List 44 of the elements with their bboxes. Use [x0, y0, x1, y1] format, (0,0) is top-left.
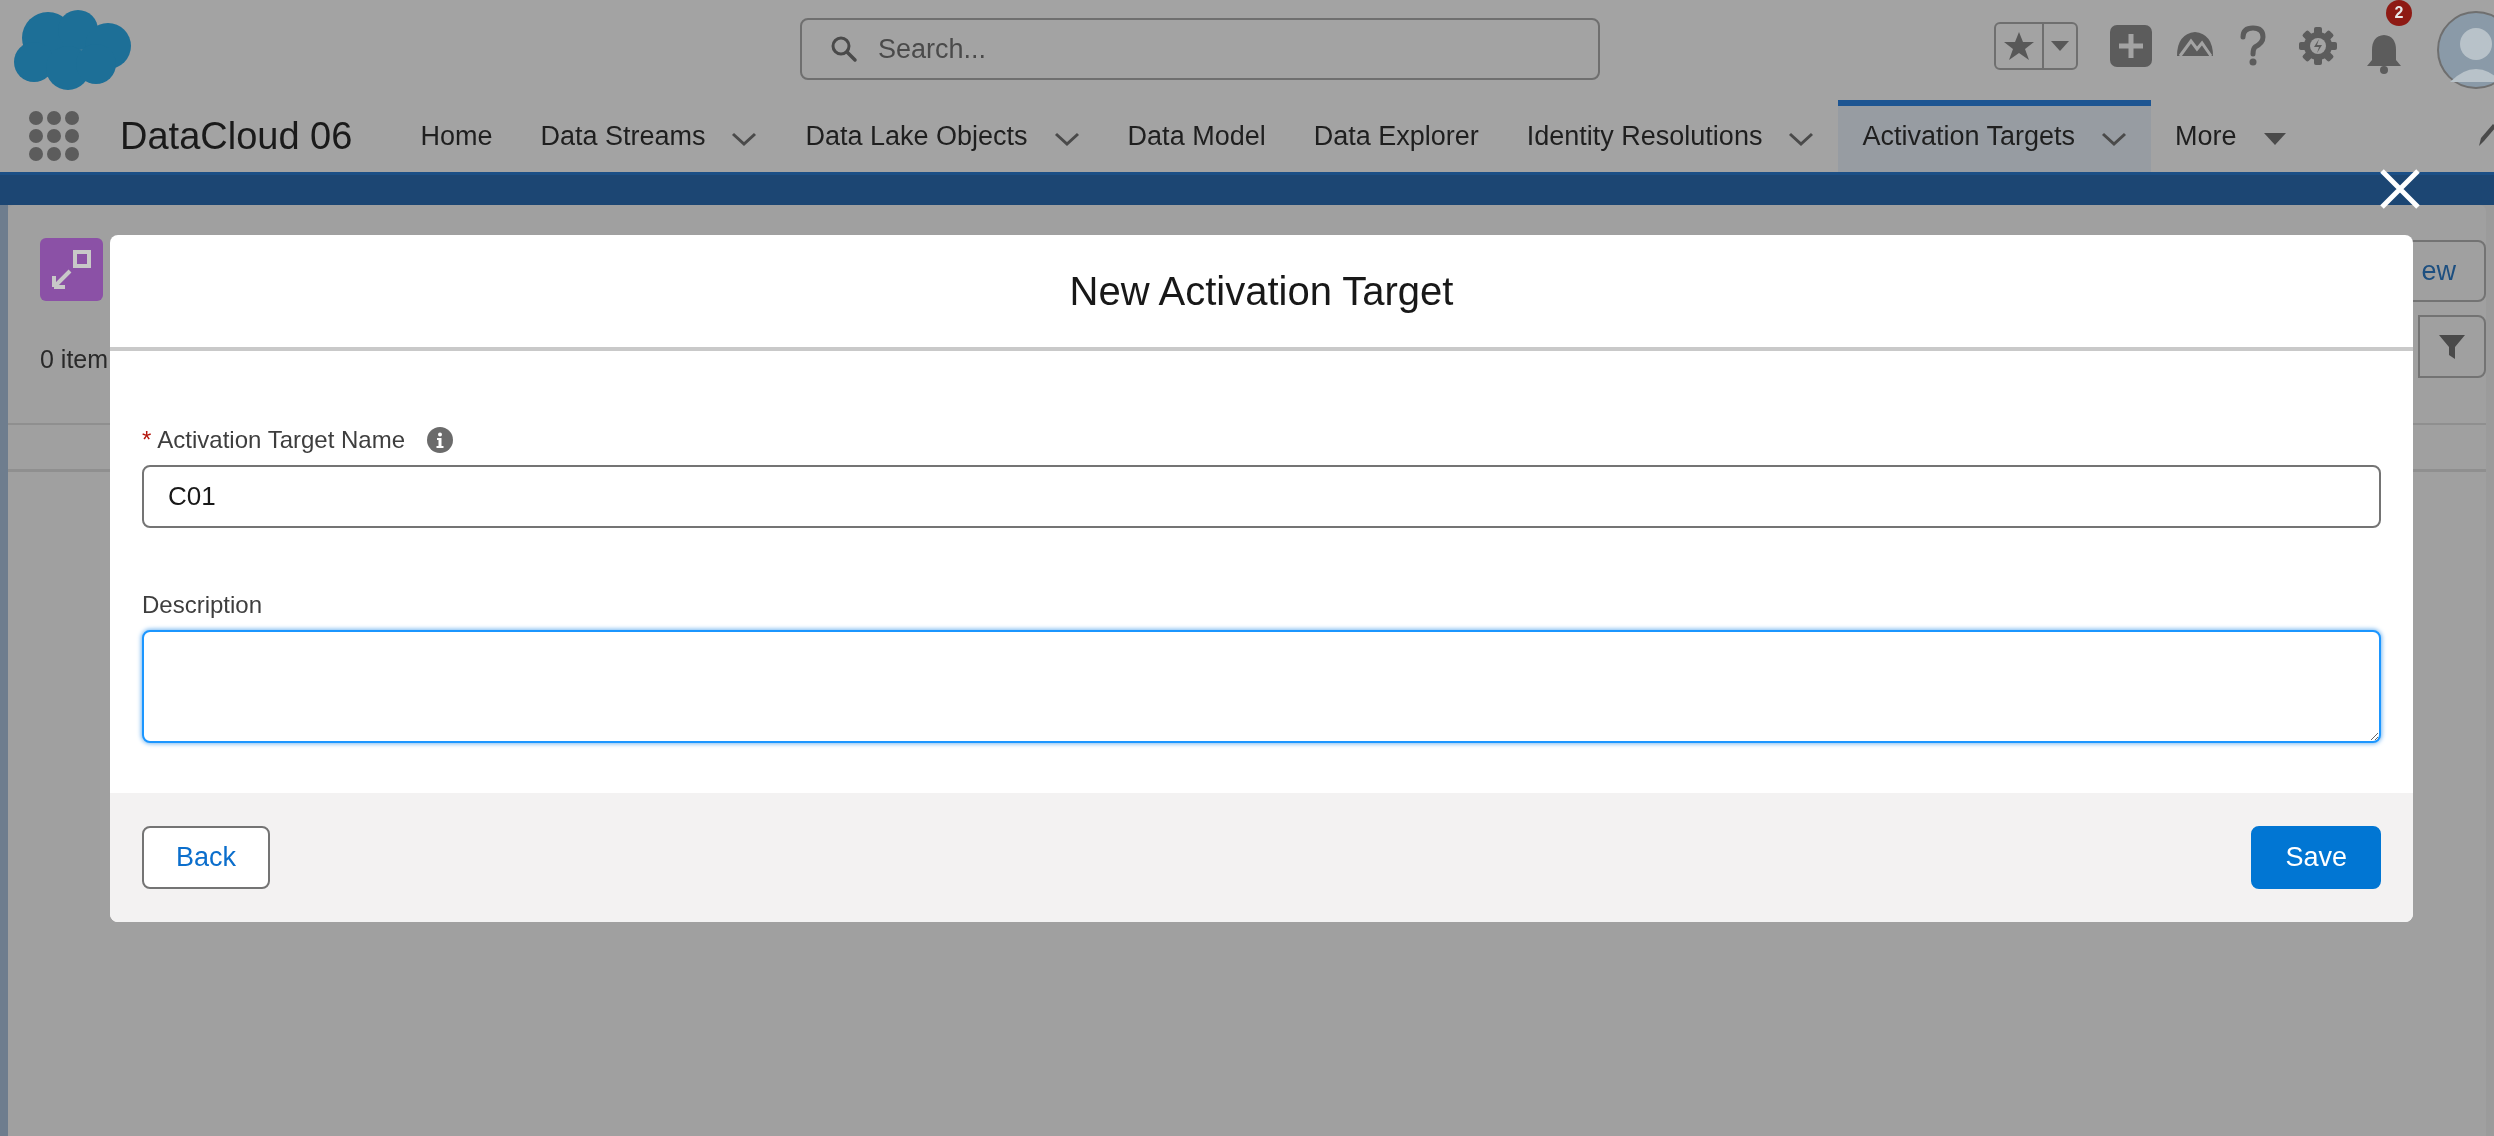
field-label: Description [142, 591, 263, 619]
back-button[interactable]: Back [142, 826, 271, 889]
bell-icon [2364, 32, 2404, 74]
close-icon [2378, 167, 2422, 211]
chevron-down-icon[interactable] [1788, 131, 1815, 147]
chevron-down-icon[interactable] [731, 131, 758, 147]
add-button[interactable] [2110, 25, 2152, 67]
nav-tab[interactable]: More [2151, 100, 2311, 172]
required-asterisk: * [142, 426, 152, 454]
help-button[interactable] [2238, 25, 2268, 67]
nav-tab[interactable]: Data Lake Objects [781, 100, 1104, 172]
notifications-button[interactable] [2364, 32, 2404, 74]
modal-title: New Activation Target [1069, 268, 1454, 314]
help-icon [2238, 25, 2268, 67]
item-count: 0 item [40, 345, 109, 374]
pencil-icon[interactable] [2476, 122, 2494, 148]
nav-tab[interactable]: Home [396, 100, 517, 172]
settings-icon [2298, 26, 2338, 66]
chevron-down-icon[interactable] [2101, 131, 2128, 147]
filter-button[interactable] [2418, 315, 2486, 378]
avatar-icon[interactable] [2436, 10, 2494, 90]
search-field[interactable]: Search... [800, 18, 1600, 80]
app-name: DataCloud 06 [120, 114, 353, 158]
search-icon [830, 35, 858, 63]
plus-icon [2110, 25, 2152, 67]
nav-tab[interactable]: Activation Targets [1838, 100, 2152, 172]
activation-target-icon [40, 238, 103, 301]
info-icon[interactable] [427, 427, 454, 453]
chevron-down-icon[interactable] [1053, 131, 1080, 147]
nav-tab[interactable]: Identity Resolutions [1502, 100, 1839, 172]
name-input-field[interactable]: C01 [142, 465, 2381, 528]
star-icon [2003, 30, 2035, 62]
nav-tab[interactable]: Data Explorer [1289, 100, 1503, 172]
cloud-logo-icon[interactable] [12, 8, 132, 92]
nav-tab[interactable]: Data Model [1103, 100, 1290, 172]
nav-tab[interactable]: Data Streams [516, 100, 782, 172]
description-text-area[interactable] [142, 630, 2381, 743]
notification-count: 2 [2386, 0, 2412, 26]
field-label: Activation Target Name [157, 426, 406, 454]
app-launcher-icon[interactable] [28, 110, 80, 162]
caret-icon[interactable] [2262, 132, 2287, 146]
save-button[interactable]: Save [2251, 826, 2381, 889]
settings-button[interactable] [2298, 26, 2338, 66]
caret-icon [2050, 40, 2070, 52]
